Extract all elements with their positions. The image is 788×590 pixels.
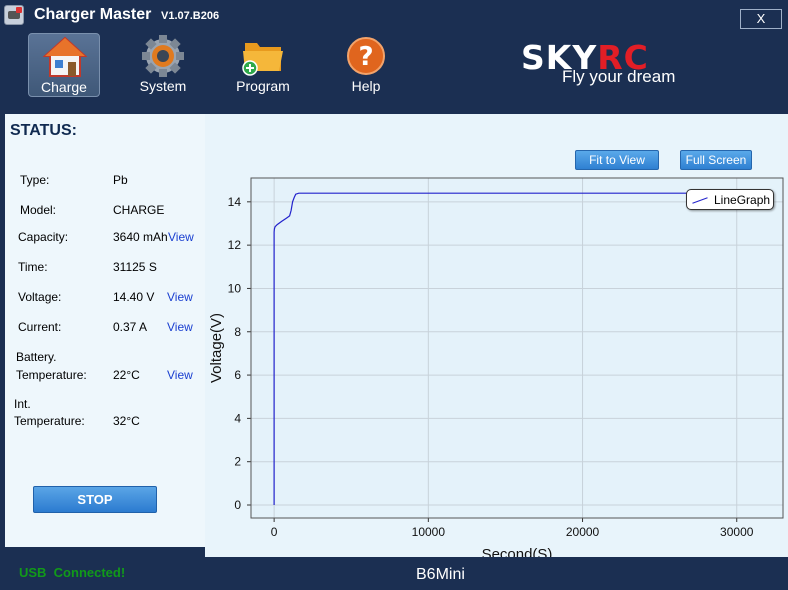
help-button[interactable]: ? Help (330, 33, 402, 97)
x-tick-label: 0 (271, 525, 278, 539)
title-bar: Charger Master V1.07.B206 X (0, 0, 788, 30)
legend-label: LineGraph (714, 193, 771, 207)
y-axis-label: Voltage(V) (208, 313, 225, 383)
legend-line-swatch (692, 197, 708, 204)
x-axis-label: Second(S) (482, 546, 553, 557)
y-tick-label: 0 (234, 498, 241, 512)
system-label: System (139, 78, 187, 94)
x-tick-label: 10000 (412, 525, 446, 539)
voltage-value: 14.40 V (113, 290, 155, 304)
model-label: Model: (20, 203, 57, 217)
brand-tagline: Fly your dream (562, 67, 676, 86)
charge-button[interactable]: Charge (28, 33, 100, 97)
x-tick-label: 30000 (720, 525, 754, 539)
help-label: Help (351, 78, 381, 94)
model-value: CHARGE (113, 203, 165, 217)
y-tick-label: 2 (234, 455, 241, 469)
graph-panel: Fit to View Full Screen 0 10000 20000 30000… (205, 114, 788, 557)
toolbar: Charge System Program ? Help SKYRC Fly y… (0, 30, 788, 114)
usb-status: USB Connected! (19, 565, 126, 580)
voltage-chart[interactable]: 0 10000 20000 30000 0 2 4 6 8 10 12 14 Second(S) Volt… (205, 114, 788, 557)
close-button[interactable]: X (740, 9, 782, 29)
app-title: Charger Master (34, 6, 152, 23)
current-value: 0.37 A (113, 320, 148, 334)
y-tick-label: 12 (228, 238, 242, 252)
voltage-view-link[interactable]: View (167, 290, 193, 304)
battery-temp-label-line1: Battery. (16, 350, 57, 364)
capacity-label: Capacity: (18, 230, 69, 244)
current-view-link[interactable]: View (167, 320, 193, 334)
y-tick-label: 8 (234, 325, 241, 339)
stop-button[interactable]: STOP (33, 486, 157, 513)
battery-temp-value: 22°C (113, 368, 140, 382)
int-temp-label-line2: Temperature: (14, 414, 85, 428)
app-version: V1.07.B206 (161, 10, 220, 22)
y-tick-label: 10 (228, 281, 242, 295)
time-label: Time: (18, 260, 48, 274)
charge-label: Charge (41, 79, 87, 95)
program-label: Program (236, 78, 290, 94)
plot-area (250, 177, 784, 519)
battery-temp-view-link[interactable]: View (167, 368, 193, 382)
device-name: B6Mini (416, 566, 465, 583)
gear-icon (142, 35, 184, 77)
folder-add-icon (242, 43, 283, 76)
status-panel: STATUS: Type: Pb Model: CHARGE Capacity:… (5, 114, 205, 547)
current-label: Current: (18, 320, 62, 334)
int-temp-label-line1: Int. (14, 397, 31, 411)
status-bar: USB Connected! B6Mini (0, 557, 788, 590)
y-tick-label: 14 (228, 195, 242, 209)
type-label: Type: (20, 173, 50, 187)
help-icon: ? (347, 37, 385, 75)
type-value: Pb (113, 173, 128, 187)
voltage-label: Voltage: (18, 290, 62, 304)
capacity-view-link[interactable]: View (168, 230, 194, 244)
int-temp-value: 32°C (113, 414, 140, 428)
home-icon (43, 36, 87, 77)
svg-text:?: ? (358, 42, 373, 72)
system-button[interactable]: System (127, 33, 199, 97)
status-heading: STATUS: (10, 122, 77, 139)
y-tick-label: 4 (234, 411, 241, 425)
battery-temp-label-line2: Temperature: (16, 368, 87, 382)
program-button[interactable]: Program (227, 33, 299, 97)
app-icon (4, 5, 24, 25)
capacity-value: 3640 mAh (113, 230, 168, 244)
x-tick-label: 20000 (566, 525, 600, 539)
y-tick-label: 6 (234, 368, 241, 382)
chart-legend: LineGraph (686, 189, 774, 210)
time-value: 31125 S (113, 260, 157, 274)
